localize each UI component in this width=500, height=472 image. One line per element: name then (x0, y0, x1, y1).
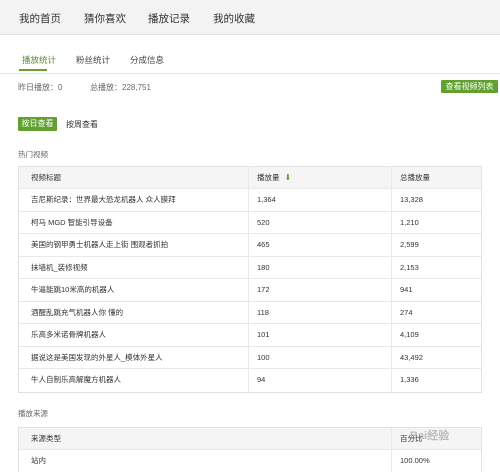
table-row: 牛人自制乐高解魔方机器人 94 1,336 (19, 369, 481, 392)
video-title-cell[interactable]: 牛人自制乐高解魔方机器人 (19, 369, 249, 392)
video-title-cell[interactable]: 乐高多米诺骨牌机器人 (19, 324, 249, 346)
total-plays-cell: 1,210 (400, 217, 419, 227)
table-row: 美国的钢甲勇士机器人走上街 围观者抓拍 465 2,599 (19, 234, 481, 257)
table-row: 抹墙机_装修视频 180 2,153 (19, 256, 481, 279)
table-row: 站内 100.00% (19, 450, 481, 472)
header-plays-label: 播放量 (257, 173, 280, 182)
divider (0, 73, 500, 74)
video-title-cell[interactable]: 美国的钢甲勇士机器人走上街 围观者抓拍 (19, 234, 249, 256)
video-title-cell[interactable]: 柯马 MGD 智能引导设备 (19, 211, 249, 233)
plays-cell: 1,364 (249, 189, 392, 211)
table-header: 视频标题 播放量 ⬇ 总播放量 (19, 167, 481, 189)
header-source-type: 来源类型 (19, 428, 392, 449)
total-plays: 总播放：228,751 (90, 83, 151, 92)
total-plays-cell: 2,153 (400, 262, 419, 272)
table-row: 柯马 MGD 智能引导设备 520 1,210 (19, 211, 481, 234)
video-title-cell[interactable]: 据说这是美国发现的外星人_模体外星人 (19, 346, 249, 368)
sort-down-icon[interactable]: ⬇ (285, 167, 292, 188)
top-nav: 我的首页 猜你喜欢 播放记录 我的收藏 (0, 0, 500, 35)
table-row: 乐高多米诺骨牌机器人 101 4,109 (19, 324, 481, 347)
table-row: 酒醒乱跳充气机器人你 懂的 118 274 (19, 301, 481, 324)
source-type-cell: 站内 (19, 450, 392, 472)
tab-fan-stats[interactable]: 粉丝统计 (76, 54, 110, 66)
table-row: 吉尼斯纪录：世界最大恐龙机器人 众人膜拜 1,364 13,328 (19, 189, 481, 212)
watermark-logo: Bai经验 (410, 430, 450, 442)
plays-cell: 118 (249, 301, 392, 323)
total-plays-cell: 43,492 (400, 352, 423, 362)
total-plays-cell: 274 (400, 307, 413, 317)
video-title-cell[interactable]: 吉尼斯纪录：世界最大恐龙机器人 众人膜拜 (19, 189, 249, 211)
sub-tabs: 播放统计 粉丝统计 分成信息 (0, 50, 500, 74)
tab-revenue-info[interactable]: 分成信息 (130, 54, 164, 66)
by-day-button[interactable]: 按日查看 (18, 117, 57, 131)
table-row: 牛逼能跳10米高的机器人 172 941 (19, 279, 481, 302)
percentage-cell: 100.00% (400, 456, 430, 465)
view-video-list-button[interactable]: 查看视频列表 (441, 80, 498, 93)
total-plays-cell: 2,599 (400, 240, 419, 249)
plays-cell: 172 (249, 279, 392, 301)
plays-cell: 180 (249, 256, 392, 278)
header-video-title: 视频标题 (19, 167, 249, 188)
by-week-link[interactable]: 按周查看 (66, 119, 98, 130)
nav-item-home[interactable]: 我的首页 (19, 11, 61, 26)
plays-cell: 465 (249, 234, 392, 256)
total-plays-cell: 941 (400, 285, 413, 294)
hot-videos-table: 视频标题 播放量 ⬇ 总播放量 吉尼斯纪录：世界最大恐龙机器人 众人膜拜 1,364… (18, 166, 482, 393)
header-total-plays[interactable]: 总播放量 (392, 167, 483, 188)
hot-videos-title: 热门视频 (18, 150, 48, 159)
nav-item-guess-like[interactable]: 猜你喜欢 (84, 11, 126, 26)
tab-play-stats[interactable]: 播放统计 (22, 54, 56, 66)
table-row: 据说这是美国发现的外星人_模体外星人 100 43,492 (19, 346, 481, 369)
nav-item-play-history[interactable]: 播放记录 (148, 11, 190, 26)
plays-cell: 101 (249, 324, 392, 346)
total-plays-cell: 1,336 (400, 375, 419, 384)
video-title-cell[interactable]: 牛逼能跳10米高的机器人 (19, 279, 249, 301)
video-title-cell[interactable]: 抹墙机_装修视频 (19, 256, 249, 278)
active-tab-indicator (19, 69, 47, 71)
play-source-title: 播放来源 (18, 409, 48, 418)
header-plays[interactable]: 播放量 ⬇ (249, 167, 392, 188)
yesterday-plays: 昨日播放：0 (18, 83, 63, 92)
plays-cell: 520 (249, 211, 392, 233)
nav-item-favorites[interactable]: 我的收藏 (213, 11, 255, 26)
plays-cell: 100 (249, 346, 392, 368)
video-title-cell[interactable]: 酒醒乱跳充气机器人你 懂的 (19, 301, 249, 323)
total-plays-cell: 13,328 (400, 195, 423, 204)
plays-cell: 94 (249, 369, 392, 392)
total-plays-cell: 4,109 (400, 330, 419, 339)
